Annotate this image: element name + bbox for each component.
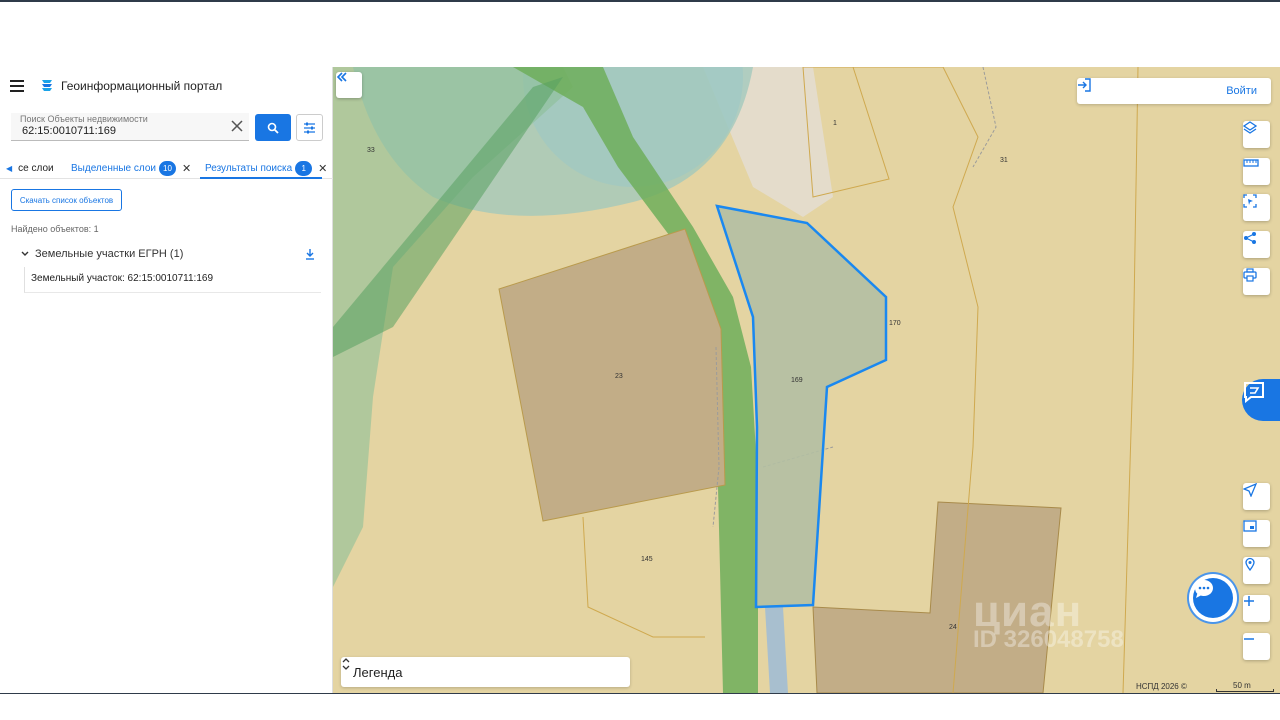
parcel-label: 145 xyxy=(641,556,653,563)
result-group[interactable]: Земельные участки ЕГРН (1) xyxy=(20,246,320,262)
count-badge: 1 xyxy=(295,160,313,176)
tab-selected-layers[interactable]: Выделенные слои 10 ✕ xyxy=(71,158,191,178)
print-icon xyxy=(1243,268,1257,282)
close-icon[interactable]: ✕ xyxy=(318,162,327,175)
layers-icon xyxy=(1243,121,1257,134)
sidebar-header: Геоинформационный портал xyxy=(10,77,222,95)
result-group-label: Земельные участки ЕГРН (1) xyxy=(35,248,184,260)
print-button[interactable] xyxy=(1243,268,1270,295)
map-layers xyxy=(333,67,1280,693)
bottom-strip xyxy=(0,693,1280,720)
filter-button[interactable] xyxy=(296,114,323,141)
navigation-arrow-icon xyxy=(1243,483,1257,497)
search-input[interactable] xyxy=(22,125,222,137)
layers-button[interactable] xyxy=(1243,121,1270,148)
login-label: Войти xyxy=(1226,85,1257,97)
watermark-id: ID 326048758 xyxy=(973,626,1124,653)
legend-dropdown[interactable]: Легенда xyxy=(341,657,630,687)
search-placeholder: Поиск Объекты недвижимости xyxy=(20,114,148,124)
ruler-icon xyxy=(1243,159,1259,167)
login-button[interactable]: Войти xyxy=(1077,78,1271,104)
sidebar: Геоинформационный портал Поиск Объекты н… xyxy=(0,67,333,693)
tab-search-results[interactable]: Результаты поиска 1 ✕ xyxy=(205,158,327,178)
parcel-label: 1 xyxy=(833,120,837,127)
ruler-button[interactable] xyxy=(1243,158,1270,185)
menu-icon[interactable] xyxy=(10,79,26,93)
zoom-in-button[interactable] xyxy=(1243,595,1270,622)
chat-icon xyxy=(1195,580,1213,598)
place-search-button[interactable] xyxy=(1243,557,1270,584)
close-icon[interactable]: ✕ xyxy=(182,162,191,175)
logo-icon xyxy=(42,80,52,91)
chevron-down-icon xyxy=(21,251,29,256)
minimap-button[interactable] xyxy=(1243,520,1270,547)
collapse-panel-button[interactable] xyxy=(336,72,362,98)
place-search-icon xyxy=(1245,557,1255,571)
parcel-label-selected[interactable]: 169 xyxy=(791,377,803,384)
share-button[interactable] xyxy=(1243,231,1270,258)
tab-bar: ◀ се слои Выделенные слои 10 ✕ Результат… xyxy=(0,153,333,179)
parcel-label: 31 xyxy=(1000,157,1008,164)
tab-label: се слои xyxy=(18,162,54,174)
top-strip xyxy=(0,0,1280,67)
tab-label: Результаты поиска xyxy=(205,162,293,174)
select-area-icon xyxy=(1243,194,1257,208)
side-widget-tab[interactable] xyxy=(1242,379,1280,421)
chevron-left-icon: ◀ xyxy=(6,163,13,173)
parcel-label: 24 xyxy=(949,624,957,631)
gosuslugi-chat-icon xyxy=(1244,382,1264,403)
map-canvas[interactable]: 33 1 31 170 169 23 145 24 циан ID 326048… xyxy=(333,67,1280,693)
search-field[interactable]: Поиск Объекты недвижимости xyxy=(11,113,249,141)
download-list-button[interactable]: Скачать список объектов xyxy=(11,189,122,211)
select-area-button[interactable] xyxy=(1243,194,1270,221)
tab-label: Выделенные слои xyxy=(71,162,156,174)
chevron-up-down-icon xyxy=(342,658,350,670)
plus-icon xyxy=(1244,596,1254,606)
search-icon xyxy=(267,122,279,134)
result-item[interactable]: Земельный участок: 62:15:0010711:169 xyxy=(24,267,321,293)
locate-button[interactable] xyxy=(1243,483,1270,510)
count-badge: 10 xyxy=(159,160,176,176)
parcel-label: 170 xyxy=(889,320,901,327)
parcel-label: 23 xyxy=(615,373,623,380)
minimap-icon xyxy=(1243,520,1257,532)
attribution: НСПД 2026 © xyxy=(1136,682,1187,691)
tab-all-layers[interactable]: ◀ се слои xyxy=(6,158,54,178)
chat-button[interactable] xyxy=(1193,578,1233,618)
filter-icon xyxy=(304,122,315,133)
found-count: Найдено объектов: 1 xyxy=(11,224,99,234)
close-icon[interactable] xyxy=(231,120,243,132)
zoom-out-button[interactable] xyxy=(1243,633,1270,660)
parcel-label: 33 xyxy=(367,147,375,154)
minus-icon xyxy=(1244,638,1254,640)
app-title: Геоинформационный портал xyxy=(61,79,223,93)
legend-label: Легенда xyxy=(353,664,403,680)
download-icon[interactable] xyxy=(304,248,316,260)
active-tab-indicator xyxy=(200,177,322,179)
login-icon xyxy=(1078,78,1091,92)
scale-bar xyxy=(1216,689,1274,692)
double-chevron-left-icon xyxy=(336,72,347,82)
share-icon xyxy=(1244,232,1256,244)
search-button[interactable] xyxy=(255,114,291,141)
